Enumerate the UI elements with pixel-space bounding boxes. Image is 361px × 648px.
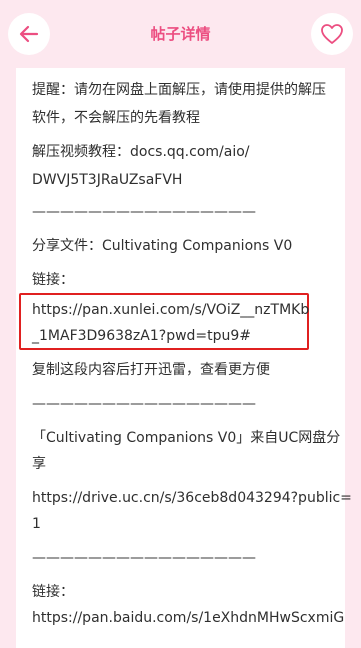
xunlei-hint-line: 复制这段内容后打开迅雷，查看更方便: [32, 362, 270, 378]
favorite-button[interactable]: [311, 13, 353, 55]
baidu-link-line[interactable]: https://pan.baidu.com/s/1eXhdnMHwScxmiG: [32, 608, 344, 628]
tutorial-line-1: 解压视频教程：docs.qq.com/aio/: [32, 144, 250, 160]
uc-share-line-2: 享: [32, 456, 46, 472]
divider: ————————————————: [32, 204, 256, 220]
xunlei-link-line-1[interactable]: https://pan.xunlei.com/s/VOiZ__nzTMKb: [32, 300, 309, 320]
tutorial-line-2: DWVJ5T3JRaUZsaFVH: [32, 172, 183, 188]
notice-line-1: 提醒：请勿在网盘上面解压，请使用提供的解压: [32, 82, 326, 98]
uc-link-line-1[interactable]: https://drive.uc.cn/s/36ceb8d043294?publ…: [32, 488, 352, 508]
link-label: 链接：: [32, 272, 74, 288]
heart-outline-icon: [321, 24, 343, 44]
uc-link-line-2[interactable]: 1: [32, 514, 41, 534]
header-bar: 帖子详情: [0, 0, 361, 68]
divider: ————————————————: [32, 396, 256, 412]
notice-line-2: 软件，不会解压的先看教程: [32, 110, 200, 126]
uc-share-line-1: 「Cultivating Companions V0」来自UC网盘分: [32, 430, 341, 446]
divider: ————————————————: [32, 550, 256, 566]
page-title: 帖子详情: [150, 25, 211, 43]
baidu-link-label: 链接：: [32, 584, 74, 600]
xunlei-link-line-2[interactable]: _1MAF3D9638zA1?pwd=tpu9#: [32, 326, 251, 346]
share-file-line: 分享文件：Cultivating Companions V0: [32, 238, 293, 254]
